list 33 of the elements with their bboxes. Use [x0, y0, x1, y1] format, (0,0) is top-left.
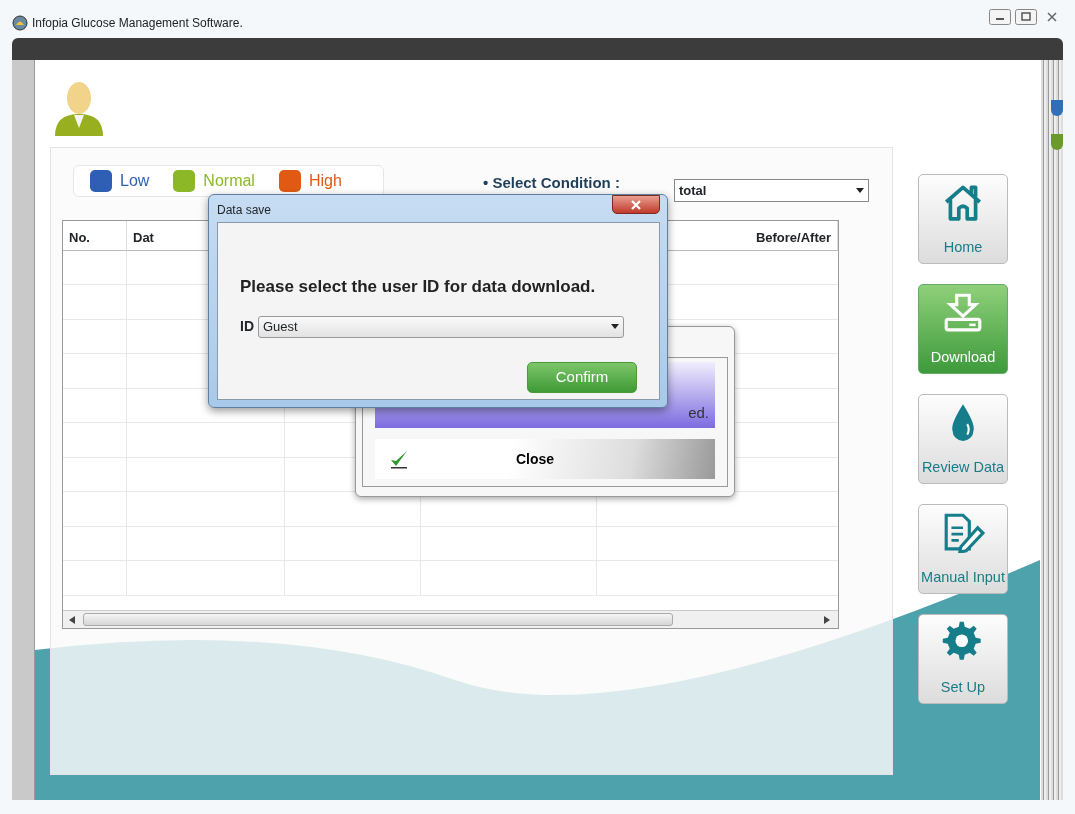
- column-header: Dat: [133, 230, 154, 245]
- condition-label: • Select Condition :: [483, 173, 620, 193]
- close-button[interactable]: Close: [375, 439, 715, 479]
- id-select[interactable]: Guest: [258, 315, 624, 338]
- prompt-text: Please select the user ID for data download.: [240, 276, 597, 298]
- app-icon: [12, 15, 28, 31]
- legend-label: High: [308, 171, 342, 191]
- nav-button[interactable]: Review Data: [918, 394, 1008, 484]
- id-label: ID: [240, 317, 254, 336]
- horizontal-scrollbar[interactable]: [63, 610, 838, 628]
- nav-button[interactable]: Manual Input: [918, 504, 1008, 594]
- minimize-icon[interactable]: [989, 9, 1011, 25]
- scroll-thumb[interactable]: [83, 613, 673, 626]
- confirm-button[interactable]: Confirm: [527, 361, 637, 393]
- column-header: No.: [69, 230, 90, 245]
- scroll-right-icon[interactable]: [824, 616, 830, 624]
- caret-icon: [856, 188, 864, 193]
- notice-message: ed.: [688, 402, 709, 423]
- window-title: Infopia Glucose Management Software.: [32, 15, 243, 32]
- close-icon[interactable]: [612, 195, 660, 214]
- condition-select[interactable]: total: [674, 179, 869, 202]
- maximize-icon[interactable]: [1015, 9, 1037, 25]
- nav-button[interactable]: Download: [918, 284, 1008, 374]
- dialog-title: Data save: [217, 202, 273, 219]
- column-header: Before/After: [755, 230, 831, 245]
- legend-label: Normal: [203, 171, 255, 191]
- caret-icon: [611, 324, 619, 329]
- nav-button[interactable]: Home: [918, 174, 1008, 264]
- scroll-left-icon[interactable]: [69, 616, 75, 624]
- bookmark-tab[interactable]: [1051, 100, 1063, 116]
- nav-button[interactable]: Set Up: [918, 614, 1008, 704]
- legend-label: Low: [120, 171, 150, 191]
- check-icon: [389, 449, 409, 469]
